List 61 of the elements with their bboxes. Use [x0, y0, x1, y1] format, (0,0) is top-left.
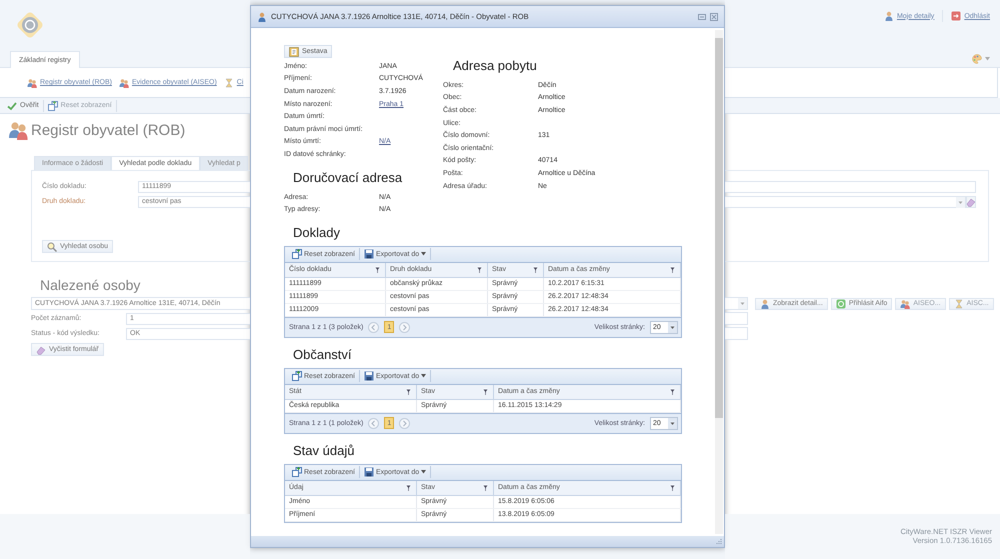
pin-icon[interactable] — [483, 484, 488, 491]
reset-icon — [292, 249, 302, 260]
text-field[interactable] — [725, 180, 976, 192]
pin-icon[interactable] — [483, 388, 488, 395]
person-dropdown[interactable] — [725, 297, 748, 310]
previous-page-icon[interactable] — [368, 418, 380, 429]
person-icon — [884, 11, 894, 21]
hourglass-icon — [954, 298, 964, 308]
previous-page-icon[interactable] — [368, 322, 380, 333]
close-icon[interactable] — [710, 12, 718, 20]
dropdown-field[interactable] — [725, 196, 966, 208]
section-heading: Doklady — [293, 226, 341, 240]
caret-icon — [985, 56, 990, 60]
restore-icon[interactable] — [698, 12, 706, 20]
scrollbar[interactable] — [715, 30, 723, 534]
section-heading: Doručovací adresa — [293, 170, 404, 185]
pin-icon[interactable] — [375, 266, 380, 273]
person-icon — [760, 298, 770, 308]
save-icon — [364, 371, 374, 382]
refresh-icon — [836, 298, 846, 308]
people-icon — [8, 120, 28, 140]
people-icon — [27, 78, 37, 88]
reset-icon — [292, 371, 302, 382]
people-icon — [118, 78, 129, 88]
page-title: Registr obyvatel (ROB) — [31, 122, 186, 138]
caret-icon — [421, 374, 426, 378]
section-heading: Stav údajů — [293, 444, 356, 458]
palette-icon — [972, 54, 982, 64]
check-icon — [7, 100, 17, 110]
eraser-icon — [36, 344, 46, 354]
pin-icon[interactable] — [670, 266, 675, 273]
logout-icon — [951, 11, 962, 21]
save-icon — [364, 249, 374, 260]
text-field[interactable] — [725, 312, 748, 325]
pin-icon[interactable] — [477, 266, 482, 273]
theme-button[interactable] — [972, 54, 990, 64]
next-page-icon[interactable] — [399, 418, 410, 429]
text-field[interactable] — [725, 327, 748, 340]
save-icon — [364, 467, 374, 478]
resize-grip-icon[interactable] — [715, 538, 722, 545]
section-heading: Nalezené osoby — [40, 277, 142, 293]
caret-icon — [421, 470, 426, 474]
people-icon — [900, 298, 910, 308]
reset-icon — [48, 100, 58, 110]
pin-icon[interactable] — [670, 388, 675, 395]
clear-field-button[interactable] — [966, 196, 976, 208]
pin-icon[interactable] — [670, 484, 675, 491]
next-page-icon[interactable] — [399, 322, 410, 333]
pin-icon[interactable] — [533, 266, 538, 273]
pin-icon[interactable] — [406, 388, 411, 395]
report-icon — [289, 46, 299, 56]
scrollbar-thumb[interactable] — [715, 38, 723, 418]
reset-icon — [292, 467, 302, 478]
section-heading: Občanství — [293, 348, 353, 362]
section-heading: Adresa pobytu — [453, 59, 538, 73]
person-icon — [257, 12, 267, 22]
caret-icon — [421, 252, 426, 256]
search-icon — [47, 242, 57, 252]
pin-icon[interactable] — [406, 484, 411, 491]
eraser-icon — [966, 196, 976, 206]
hourglass-icon — [224, 78, 234, 88]
